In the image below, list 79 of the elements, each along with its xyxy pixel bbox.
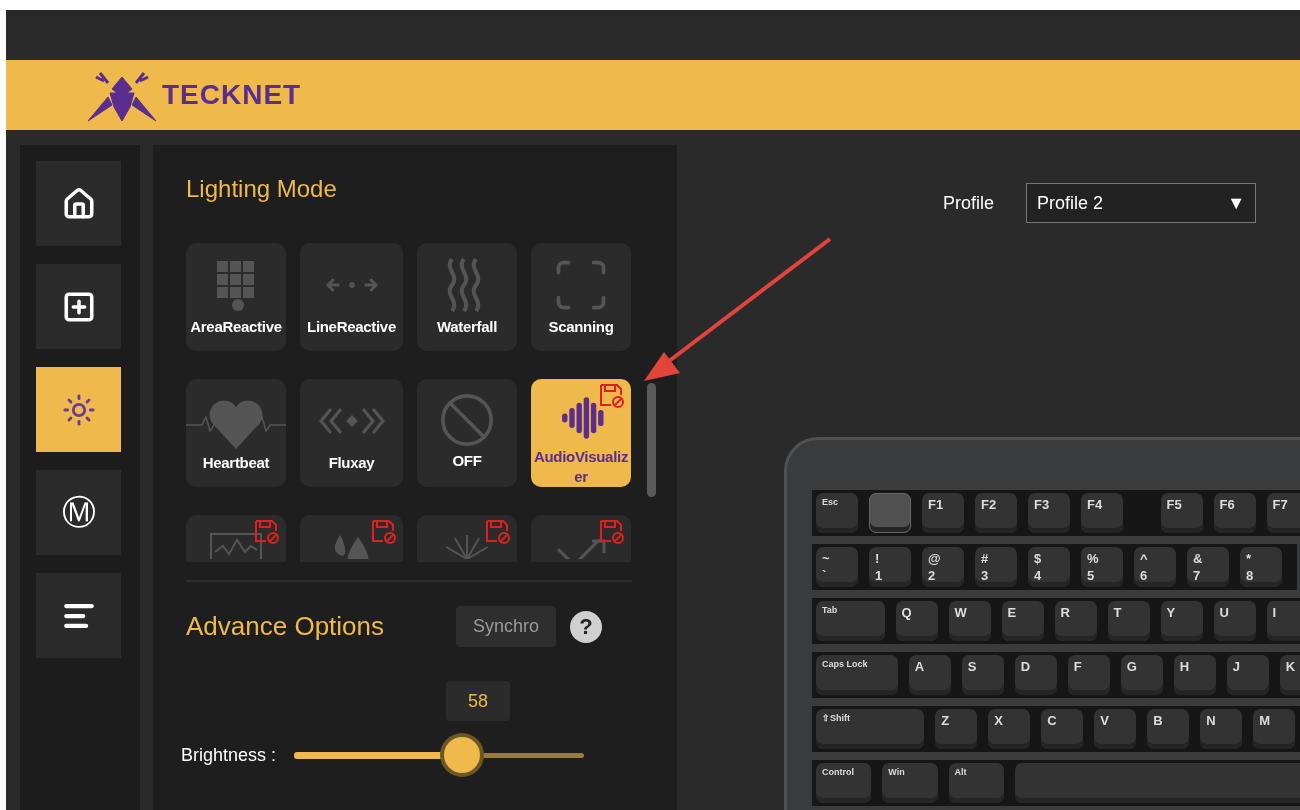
keycap: # 3 (975, 547, 1017, 587)
mode-tile[interactable]: AudioVisualizer (531, 379, 631, 487)
keycap: F6 (1213, 493, 1256, 533)
mode-tile[interactable]: LineReactive (300, 243, 403, 351)
keycap: E (1001, 601, 1044, 641)
home-nav-button[interactable] (36, 161, 121, 246)
slider-thumb[interactable] (444, 737, 481, 773)
keycap: * 8 (1240, 547, 1282, 587)
keycap: $ 4 (1028, 547, 1070, 587)
keycap: Control (816, 763, 872, 803)
keycap: Esc (816, 493, 858, 533)
mode-tile[interactable]: Fluxay (300, 379, 403, 487)
light-nav-button[interactable] (36, 367, 121, 452)
prohibited-icon (438, 391, 496, 449)
plus-square-icon (61, 289, 96, 324)
mode-tile[interactable]: Waterfall (417, 243, 517, 351)
keycap: D (1014, 655, 1057, 695)
keycap: Q (895, 601, 938, 641)
profile-label: Profile (943, 192, 995, 214)
keycap: % 5 (1081, 547, 1123, 587)
macro-nav-button[interactable]: Ⓜ (36, 470, 121, 555)
keycap: Alt (948, 763, 1004, 803)
help-button[interactable]: ? (570, 610, 603, 643)
keycap: I (1266, 601, 1300, 641)
double-arrow-icon (323, 276, 380, 294)
keycap: Y (1160, 601, 1203, 641)
keycap: M (1253, 709, 1296, 749)
brightness-value: 58 (446, 681, 510, 721)
keycap: K (1279, 655, 1300, 695)
home-icon (61, 186, 96, 221)
keycap: N (1200, 709, 1243, 749)
keycap: F5 (1160, 493, 1203, 533)
keycap: G (1120, 655, 1163, 695)
keycap: F (1067, 655, 1110, 695)
list-nav-button[interactable] (36, 573, 121, 658)
keycap: Win (882, 763, 938, 803)
keycap: U (1213, 601, 1256, 641)
keycap: Tab (816, 601, 885, 641)
keycap: F4 (1081, 493, 1123, 533)
keycap: H (1173, 655, 1216, 695)
trend-arrow-icon (556, 539, 606, 559)
keycap: ! 1 (869, 547, 911, 587)
keycap: Z (935, 709, 978, 749)
add-nav-button[interactable] (36, 264, 121, 349)
burst-icon (445, 533, 489, 559)
keycap: F2 (975, 493, 1017, 533)
mode-tile[interactable]: OFF (417, 379, 517, 487)
keycap: W (948, 601, 991, 641)
keycap: @ 2 (922, 547, 964, 587)
keycap: S (961, 655, 1004, 695)
keycap: ⇧Shift (816, 709, 925, 749)
brightness-label: Brightness : (181, 744, 277, 766)
brand-name: TECKNET (162, 79, 302, 111)
mode-tile[interactable]: Heartbeat (186, 379, 286, 487)
keycap: C (1041, 709, 1084, 749)
keycap: V (1094, 709, 1137, 749)
section-title: Lighting Mode (186, 175, 338, 203)
keycap: F1 (922, 493, 964, 533)
keycap: X (988, 709, 1031, 749)
keycap: J (1226, 655, 1269, 695)
keycap: F3 (1028, 493, 1070, 533)
mode-tile[interactable]: AreaReactive (186, 243, 286, 351)
keycap: A (908, 655, 951, 695)
keycap: & 7 (1187, 547, 1229, 587)
keycap: B (1147, 709, 1190, 749)
profile-dropdown[interactable]: Profile 2 ▼ (1026, 183, 1257, 223)
keycap: T (1107, 601, 1150, 641)
scrollbar[interactable] (647, 383, 656, 497)
section-title: Advance Options (186, 611, 384, 642)
keycap: F7 (1266, 493, 1300, 533)
line-chart-icon (210, 533, 262, 559)
keycap: ^ 6 (1134, 547, 1176, 587)
keycap: ~ ` (816, 547, 858, 587)
mode-tile[interactable]: Scanning (531, 243, 631, 351)
keycap: R (1054, 601, 1097, 641)
synchro-button[interactable]: Synchro (456, 606, 557, 647)
keycap (869, 493, 911, 533)
sun-icon (61, 392, 96, 427)
keycap: Caps Lock (816, 655, 898, 695)
